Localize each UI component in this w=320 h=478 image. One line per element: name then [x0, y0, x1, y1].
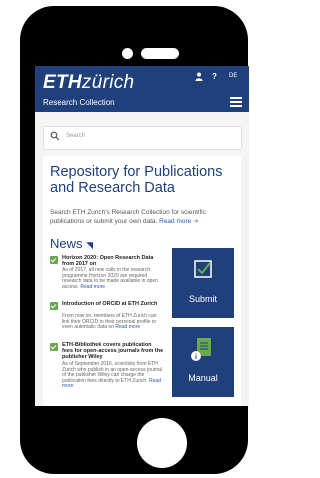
news-read-more-link[interactable]: Read more	[115, 324, 140, 330]
site-header: ETHzürich Research Collection ? DE	[35, 66, 249, 112]
checkmark-icon	[50, 256, 58, 264]
submit-check-icon	[194, 260, 212, 278]
manual-tile-button[interactable]: i Manual	[172, 327, 234, 397]
read-more-link[interactable]: Read more	[159, 218, 191, 225]
speaker-grille	[141, 48, 179, 59]
news-heading: News ◥	[50, 236, 94, 251]
search-icon	[50, 131, 60, 141]
news-body: As of September 2016, scientists from ET…	[62, 361, 163, 390]
site-subtitle[interactable]: Research Collection	[43, 98, 115, 107]
manual-label: Manual	[188, 373, 218, 383]
hamburger-menu-icon[interactable]	[230, 97, 242, 107]
manual-document-icon: i	[191, 338, 211, 361]
camera-dot	[122, 48, 133, 59]
intro-text: Search ETH Zurich's Research Collection …	[50, 209, 206, 225]
submit-label: Submit	[188, 294, 217, 304]
news-body: As of 2017, all new calls in the researc…	[62, 267, 158, 290]
search-input[interactable]: Search	[43, 126, 242, 150]
checkmark-icon	[50, 343, 58, 351]
svg-text:i: i	[195, 354, 197, 361]
arrow-right-icon: ➔	[193, 218, 199, 225]
news-item: Introduction of ORCID at ETH Zurich From…	[50, 301, 164, 337]
news-title[interactable]: ETH-Bibliothek covers publication fees f…	[62, 342, 164, 360]
submit-tile-button[interactable]: Submit	[172, 248, 234, 318]
news-title[interactable]: Horizon 2020: Open Research Data from 20…	[62, 255, 164, 267]
home-button[interactable]	[137, 418, 187, 468]
news-item: ETH-Bibliothek covers publication fees f…	[50, 342, 164, 402]
news-title[interactable]: Introduction of ORCID at ETH Zurich	[62, 301, 164, 307]
rss-icon[interactable]: ◥	[86, 240, 93, 250]
help-icon[interactable]: ?	[212, 72, 217, 81]
checkmark-icon	[50, 302, 58, 310]
search-placeholder: Search	[66, 133, 86, 139]
eth-logo[interactable]: ETHzürich	[43, 72, 134, 94]
news-read-more-link[interactable]: Read more	[80, 284, 105, 290]
page-title: Repository for Publications and Research…	[50, 164, 223, 196]
main-content: Repository for Publications and Research…	[43, 156, 241, 406]
news-item: Horizon 2020: Open Research Data from 20…	[50, 255, 164, 299]
news-body: From now on, members of ETH Zurich can l…	[62, 313, 157, 331]
phone-screen: ETHzürich Research Collection ? DE Searc…	[35, 66, 249, 406]
user-icon[interactable]	[195, 72, 203, 83]
language-toggle[interactable]: DE	[229, 73, 237, 79]
